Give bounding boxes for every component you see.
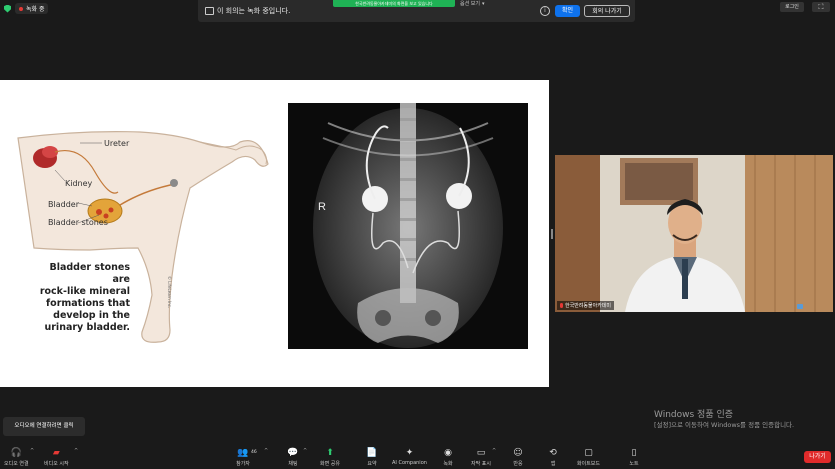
captions-button[interactable]: ▭ 자막 표시 (471, 447, 491, 468)
document-icon: 📄 (366, 447, 378, 458)
label-bladder-stones: Bladder stones (48, 218, 108, 227)
chat-icon: 💬 (287, 447, 299, 458)
participant-name-tag: 한국반려동물아카데미 (557, 301, 615, 310)
share-screen-icon: ⬆ (326, 447, 334, 458)
chat-options-chevron[interactable]: ^ (303, 448, 307, 454)
audio-button[interactable]: 🎧 오디오 연결 (4, 447, 29, 468)
info-icon[interactable]: i (540, 6, 550, 16)
recording-badge[interactable]: 녹화 중 (15, 3, 49, 14)
record-icon: ◉ (444, 447, 452, 458)
audio-tooltip: 오디오에 연결하려면 클릭 (3, 417, 85, 436)
leave-meeting-banner-button[interactable]: 회의 나가기 (584, 5, 630, 17)
summary-button[interactable]: 📄 요약 (365, 447, 379, 468)
view-options-button[interactable]: 옵션 보기 ▾ (460, 0, 485, 8)
captions-options-chevron[interactable]: ^ (492, 448, 496, 454)
reactions-button[interactable]: ☺ 반응 (511, 447, 525, 468)
smile-icon: ☺ (513, 447, 523, 458)
login-button[interactable]: 로그인 (780, 2, 804, 12)
headphones-icon: 🎧 (10, 447, 22, 458)
fullscreen-icon: ⛶ (818, 3, 824, 11)
apps-button[interactable]: ⟲ 앱 (546, 447, 560, 468)
shield-icon (4, 4, 11, 13)
participants-options-chevron[interactable]: ^ (264, 448, 268, 454)
recording-label: 녹화 중 (26, 6, 45, 13)
chevron-down-icon: ▾ (482, 0, 485, 7)
sparkle-icon: ✦ (405, 447, 414, 458)
shared-screen-slide: Ureter Kidney Bladder Bladder stones Bla… (0, 80, 549, 387)
xray-drawing (288, 103, 528, 349)
label-bladder: Bladder (48, 200, 80, 209)
xray-image: R (288, 103, 528, 349)
caption-line: formations that (46, 298, 130, 309)
participants-count: 46 (251, 450, 257, 455)
video-options-chevron[interactable]: ^ (74, 448, 78, 454)
copyright-text: © LifeLearn Inc. (167, 276, 172, 309)
label-ureter: Ureter (104, 139, 130, 148)
ai-companion-button[interactable]: ✦ AI Companion (392, 447, 427, 467)
recording-banner-text: 이 회의는 녹화 중입니다. (217, 7, 291, 15)
confirm-button[interactable]: 확인 (555, 5, 580, 17)
share-screen-button[interactable]: ⬆ 화면 공유 (320, 447, 340, 468)
caption-line: rock-like mineral (39, 286, 130, 297)
leave-button[interactable]: 나가기 (804, 451, 831, 463)
recording-banner-icon (205, 7, 214, 15)
video-button[interactable]: ▰ 비디오 시작 (44, 447, 69, 468)
label-kidney: Kidney (65, 179, 93, 188)
record-button[interactable]: ◉ 녹화 (441, 447, 455, 468)
caption-line: develop in the (53, 310, 130, 321)
caption-line: Bladder stones are (49, 262, 130, 285)
whiteboard-button[interactable]: ▢ 화이트보드 (577, 447, 600, 468)
security-status[interactable]: 녹화 중 (4, 3, 49, 14)
participants-button[interactable]: 👥 참가자 (236, 447, 250, 468)
whiteboard-icon: ▢ (584, 447, 593, 458)
notes-button[interactable]: ▯ 노트 (627, 447, 641, 468)
participants-icon: 👥 (237, 447, 249, 458)
record-dot-icon (19, 6, 23, 11)
notes-icon: ▯ (631, 447, 637, 458)
meeting-toolbar: 🎧 오디오 연결 ^ ▰ 비디오 시작 ^ 👥 참가자 46 ^ 💬 채팅 ^ … (0, 445, 835, 469)
view-options-label: 옵션 보기 (460, 1, 480, 7)
presenter-scene (555, 155, 833, 312)
cc-icon: ▭ (476, 447, 486, 458)
fullscreen-button[interactable]: ⛶ (812, 2, 830, 12)
slide-caption: Bladder stones are rock-like mineral for… (34, 262, 130, 334)
caption-line: urinary bladder. (44, 322, 130, 333)
audio-options-chevron[interactable]: ^ (30, 448, 34, 454)
video-corner-icon[interactable] (797, 304, 803, 309)
label-bladder-stones-text: Bladder stones (48, 218, 108, 227)
windows-activation-subtitle: [설정]으로 이동하여 Windows를 정품 인증합니다. (654, 421, 795, 429)
mic-muted-icon (560, 303, 563, 308)
screen-share-notice: 한국반려동물아카데미의 화면을 보고 있습니다 (333, 0, 455, 7)
video-off-icon: ▰ (52, 447, 60, 458)
chat-button[interactable]: 💬 채팅 (286, 447, 300, 468)
apps-icon: ⟲ (549, 447, 557, 458)
xray-marker: R (318, 201, 326, 213)
participant-video[interactable]: 한국반려동물아카데미 (555, 155, 833, 312)
split-view-handle[interactable] (551, 229, 553, 239)
participant-name: 한국반려동물아카데미 (565, 303, 612, 309)
